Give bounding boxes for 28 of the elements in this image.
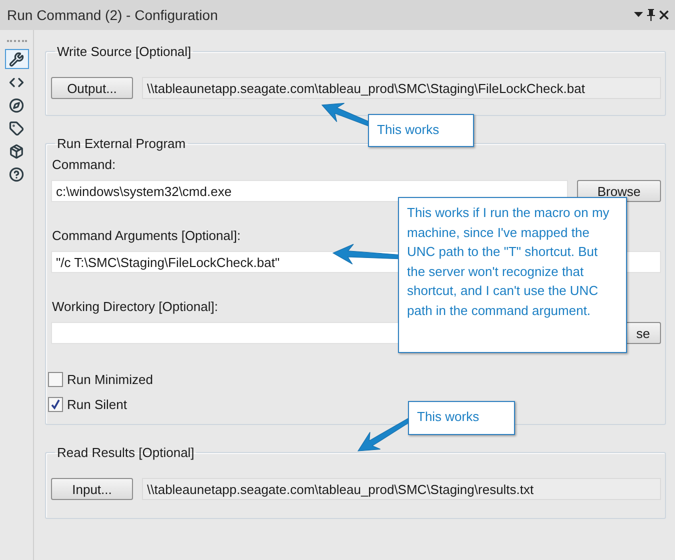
callout-tooltip: This works — [408, 401, 515, 435]
pin-icon[interactable] — [647, 9, 655, 21]
callout-tooltip: This works — [368, 114, 474, 147]
path-field[interactable]: \\tableaunetapp.seagate.com\tableau_prod\SMC\Staging\FileLockCheck.bat — [142, 77, 661, 99]
window-title: Run Command (2) - Configuration — [7, 7, 219, 23]
help-icon — [9, 166, 24, 182]
group-title: Read Results [Optional] — [56, 445, 196, 460]
input-button[interactable]: Input... — [51, 478, 133, 500]
group-title: Run External Program — [56, 136, 187, 151]
package-icon — [9, 144, 24, 158]
sidebar-tab[interactable] — [4, 49, 28, 69]
group-title: Write Source [Optional] — [56, 44, 192, 59]
input-field[interactable]: c:\windows\system32\cmd.exe — [51, 180, 568, 202]
output-button[interactable]: Output... — [51, 77, 133, 99]
checkbox-label: Run Minimized — [67, 372, 153, 387]
wrench-icon — [9, 52, 24, 66]
compass-icon — [9, 98, 24, 112]
field-label: Command Arguments [Optional]: — [52, 228, 241, 243]
dropdown-icon[interactable] — [634, 12, 643, 18]
field-label: Working Directory [Optional]: — [52, 299, 218, 314]
close-icon[interactable] — [659, 10, 669, 20]
checkbox-label: Run Silent — [67, 397, 127, 412]
tag-icon — [9, 120, 24, 136]
checkbox[interactable] — [48, 372, 63, 387]
checkbox[interactable] — [48, 397, 63, 412]
callout-tooltip: This works if I run the macro on my machine, since I've mapped the UNC path to the "T" shortcut. But the server won't recognize that shortcut, and I can't use the UNC path in the command argument. — [398, 197, 627, 353]
path-field[interactable]: \\tableaunetapp.seagate.com\tableau_prod\SMC\Staging\results.txt — [142, 478, 661, 500]
field-label: Command: — [52, 157, 116, 172]
